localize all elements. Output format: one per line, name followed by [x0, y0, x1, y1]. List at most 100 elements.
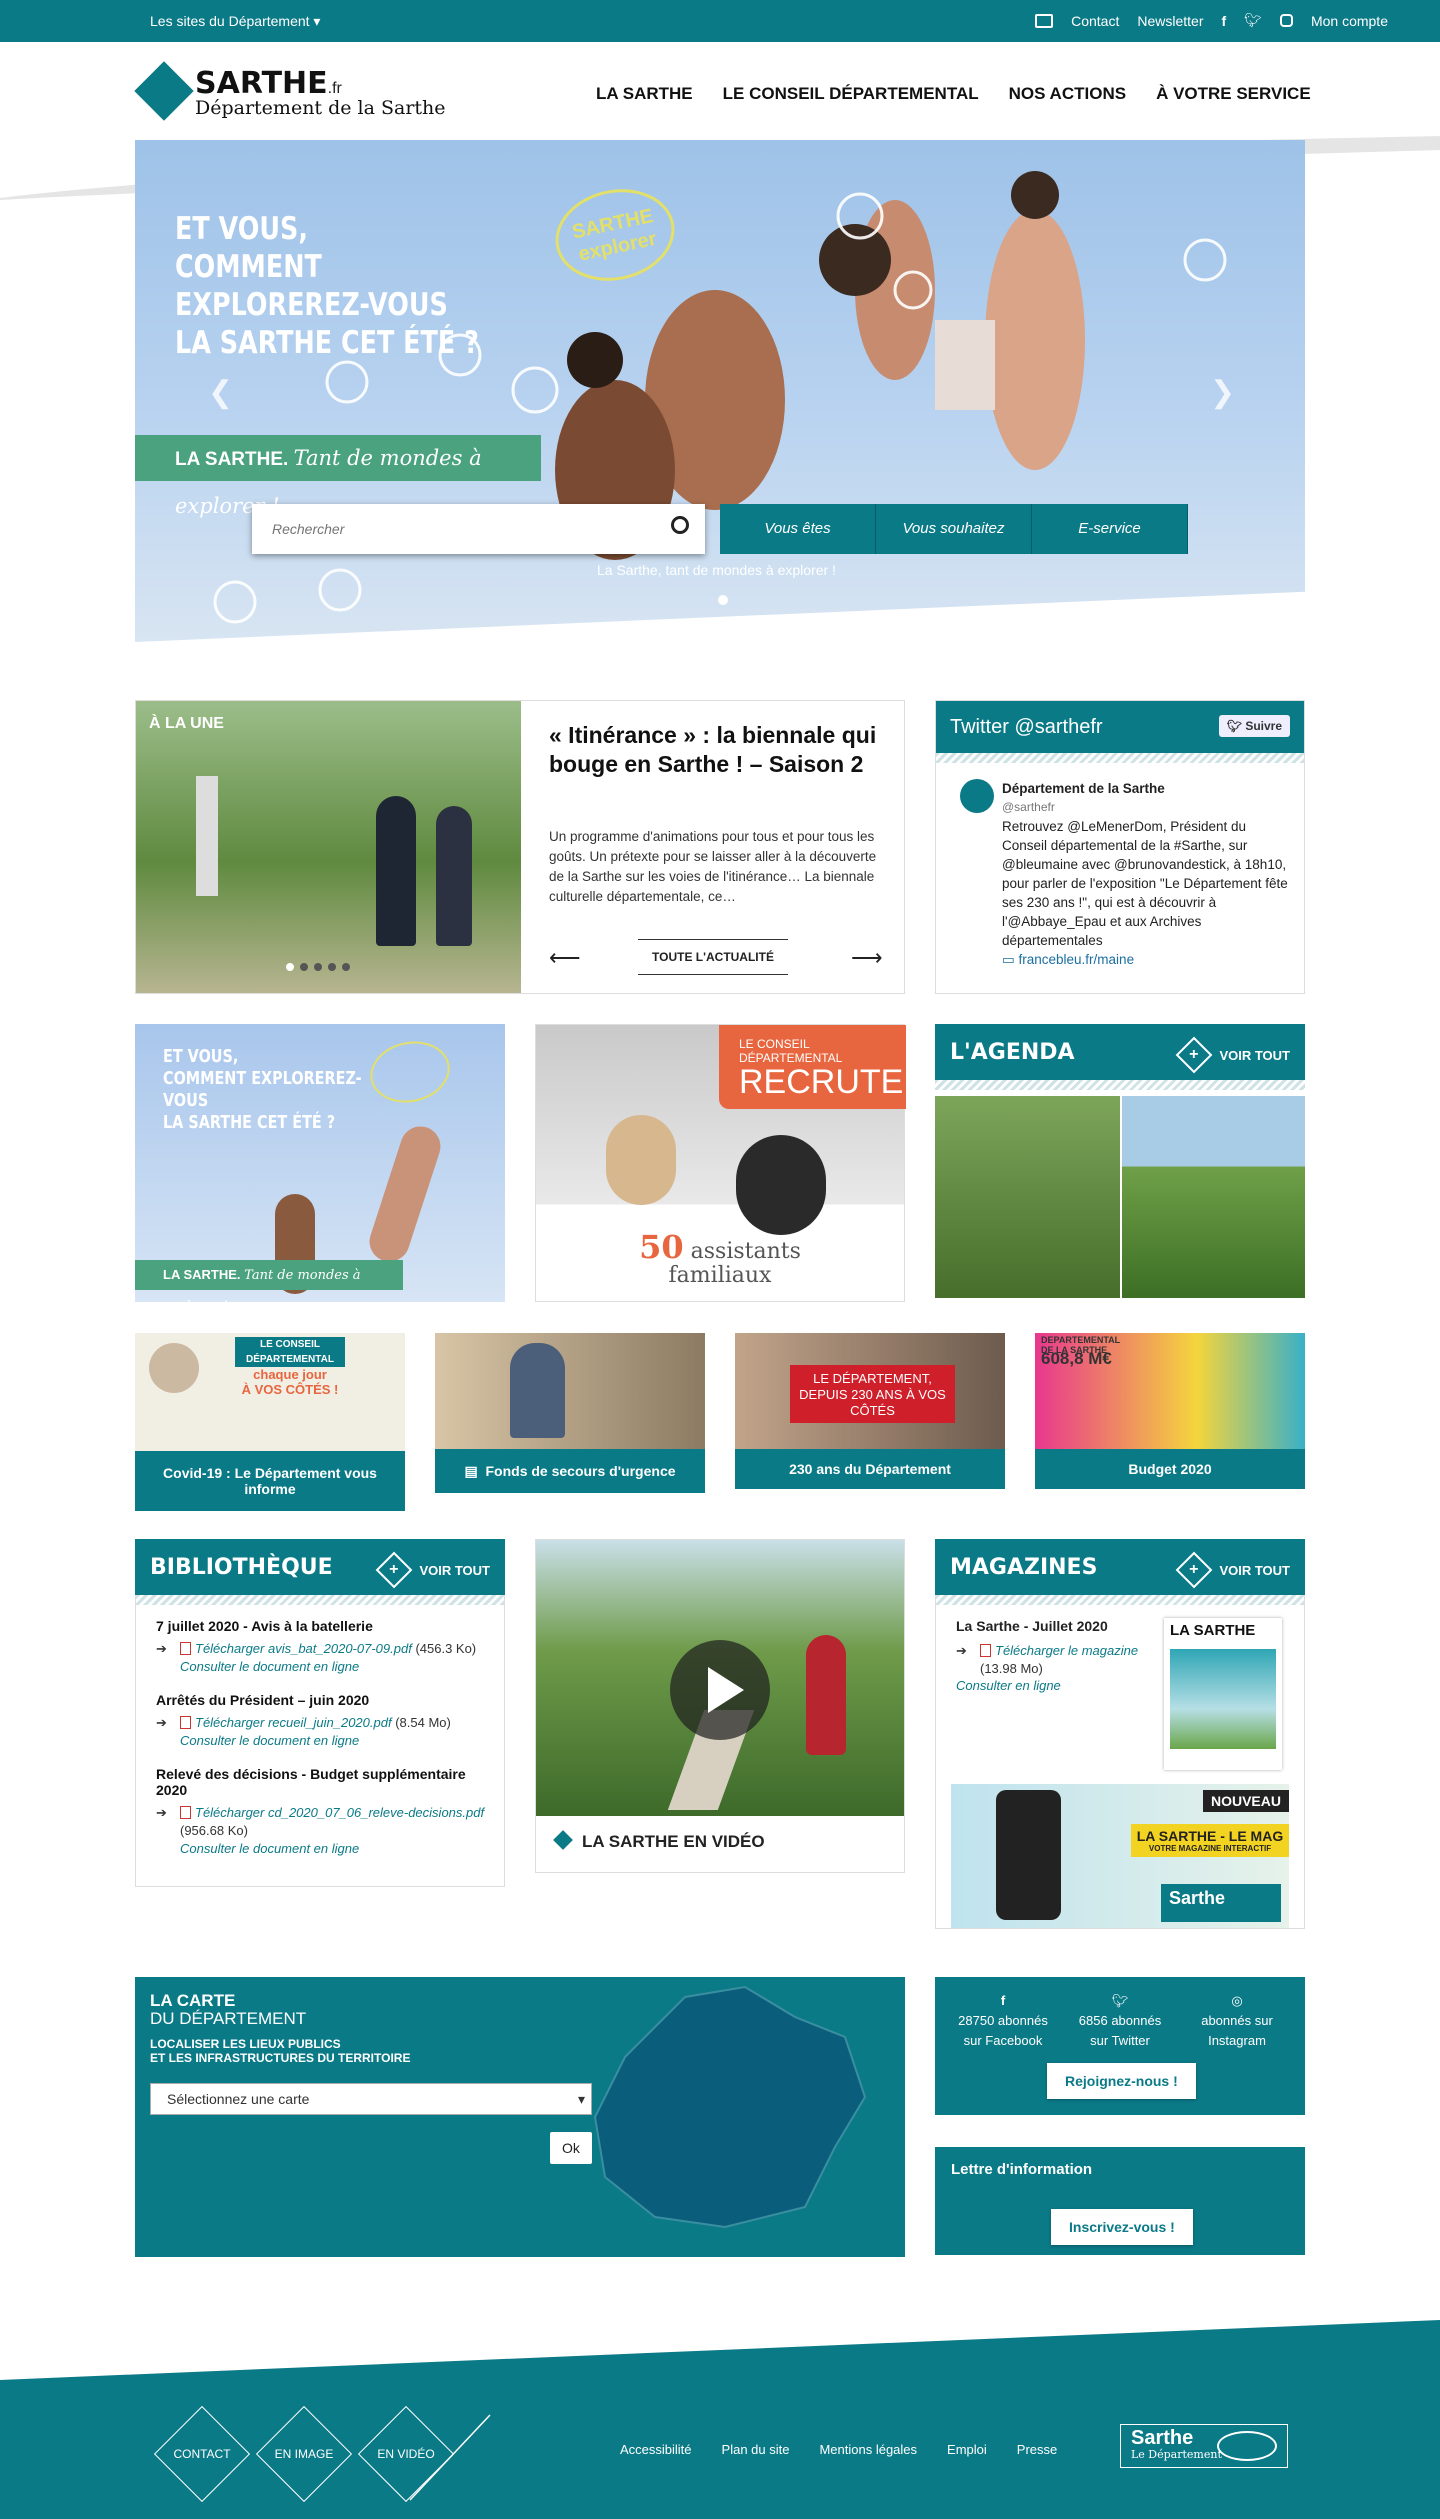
- twitter-stat[interactable]: 🐦︎ 6856 abonnés sur Twitter: [1070, 1991, 1170, 2051]
- pdf-icon: [180, 1806, 191, 1819]
- twitter-follow-button[interactable]: 🐦︎ Suivre: [1218, 715, 1290, 737]
- twitter-widget: Twitter @sarthefr 🐦︎ Suivre Département …: [935, 700, 1305, 994]
- join-button[interactable]: Rejoignez-nous !: [1047, 2063, 1196, 2099]
- account-link[interactable]: Mon compte: [1311, 13, 1388, 29]
- newsletter-block: Lettre d'information Inscrivez-vous !: [935, 2147, 1305, 2255]
- explorer-promo[interactable]: ET VOUS, COMMENT EXPLOREREZ-VOUS LA SARTHE…: [135, 1024, 505, 1302]
- nav-service[interactable]: À VOTRE SERVICE: [1156, 84, 1311, 104]
- play-icon[interactable]: [670, 1640, 770, 1740]
- agenda-block: L'AGENDA + VOIR TOUT: [935, 1024, 1305, 1298]
- hero-title: ET VOUS, COMMENT EXPLOREREZ-VOUS LA SARTHE…: [175, 211, 479, 361]
- une-title[interactable]: « Itinérance » : la biennale qui bouge e…: [549, 721, 879, 779]
- footer-emploi[interactable]: Emploi: [947, 2442, 987, 2457]
- mag-online-link[interactable]: Consulter en ligne: [956, 1678, 1061, 1693]
- tile-230ans[interactable]: LE DÉPARTEMENT, DEPUIS 230 ANS À VOS CÔT…: [735, 1333, 1005, 1489]
- top-bar: Les sites du Département ▾ Contact Newsl…: [0, 0, 1440, 42]
- instagram-icon[interactable]: [1279, 14, 1293, 27]
- all-news-button[interactable]: TOUTE L'ACTUALITÉ: [638, 939, 788, 975]
- doc-download-link[interactable]: Télécharger avis_bat_2020-07-09.pdf: [195, 1641, 412, 1656]
- agenda-header: L'AGENDA + VOIR TOUT: [935, 1024, 1305, 1080]
- hero-next-arrow[interactable]: ❯: [1210, 375, 1235, 410]
- facebook-stat[interactable]: f 28750 abonnés sur Facebook: [953, 1991, 1053, 2051]
- une-card: À LA UNE « Itinérance » : la biennale qu…: [135, 700, 905, 994]
- search-input[interactable]: [252, 504, 632, 554]
- sites-dropdown[interactable]: Les sites du Département ▾: [150, 13, 320, 30]
- subscribe-button[interactable]: Inscrivez-vous !: [1051, 2209, 1193, 2245]
- footer-contact[interactable]: CONTACT: [152, 2404, 252, 2504]
- magazines-header: MAGAZINES + VOIR TOUT: [935, 1539, 1305, 1595]
- une-photo: [136, 701, 521, 993]
- magazine-cover[interactable]: LA SARTHE: [1164, 1618, 1282, 1770]
- video-thumbnail[interactable]: [536, 1540, 904, 1816]
- pdf-icon: [180, 1642, 191, 1655]
- carte-ok-button[interactable]: Ok: [550, 2132, 592, 2164]
- une-tag: À LA UNE: [149, 715, 224, 732]
- footer-video[interactable]: EN VIDÉO: [356, 2404, 456, 2504]
- tile-covid[interactable]: LE CONSEIL DÉPARTEMENTAL chaque jour À VO…: [135, 1333, 405, 1511]
- carte-select[interactable]: Sélectionnez une carte ▾: [150, 2083, 592, 2115]
- contact-icon[interactable]: [1035, 13, 1054, 28]
- hero-prev-arrow[interactable]: ❮: [208, 375, 233, 410]
- quick-access: Vous êtes Vous souhaitez E-service: [720, 504, 1188, 554]
- bibliotheque-voir-tout[interactable]: + VOIR TOUT: [376, 1551, 490, 1589]
- vous-etes-button[interactable]: Vous êtes: [720, 504, 876, 554]
- footer-links: Accessibilité Plan du site Mentions léga…: [620, 2442, 1057, 2457]
- agenda-photo-2[interactable]: [1122, 1096, 1305, 1298]
- une-next-arrow[interactable]: ⟶: [851, 945, 883, 971]
- mag-download-link[interactable]: Télécharger le magazine: [995, 1643, 1138, 1658]
- carte-map[interactable]: [565, 1977, 905, 2257]
- une-prev-arrow[interactable]: ⟵: [549, 945, 581, 971]
- footer-logo[interactable]: Sarthe Le Département: [1120, 2424, 1288, 2468]
- twitter-avatar: [960, 779, 994, 813]
- doc-online-link[interactable]: Consulter le document en ligne: [180, 1733, 359, 1748]
- bibliotheque-block: BIBLIOTHÈQUE + VOIR TOUT 7 juillet 2020 -…: [135, 1539, 505, 1887]
- pdf-icon: [180, 1716, 191, 1729]
- instagram-stat[interactable]: ◎ abonnés sur Instagram: [1187, 1991, 1287, 2051]
- pdf-icon: [980, 1644, 991, 1657]
- nav-actions[interactable]: NOS ACTIONS: [1009, 84, 1126, 104]
- footer-plan[interactable]: Plan du site: [722, 2442, 790, 2457]
- video-block: LA SARTHE EN VIDÉO: [535, 1539, 905, 1873]
- explorer-promo-banner: LA SARTHE. Tant de mondes à explorer !: [135, 1260, 403, 1302]
- twitter-header: Twitter @sarthefr 🐦︎ Suivre: [936, 701, 1304, 753]
- hero-carousel: SARTHE explorer ET VOUS, COMMENT EXPLORER…: [135, 140, 1305, 642]
- main-nav: LA SARTHE LE CONSEIL DÉPARTEMENTAL NOS A…: [596, 84, 1311, 104]
- doc-online-link[interactable]: Consulter le document en ligne: [180, 1659, 359, 1674]
- tile-budget[interactable]: DEPARTEMENTAL DE LA SARTHE 608,8 M€ Budg…: [1035, 1333, 1305, 1489]
- nav-la-sarthe[interactable]: LA SARTHE: [596, 84, 693, 104]
- doc-download-link[interactable]: Télécharger recueil_juin_2020.pdf: [195, 1715, 392, 1730]
- footer-diamonds: CONTACT EN IMAGE EN VIDÉO: [152, 2404, 456, 2504]
- hero-dot[interactable]: [718, 595, 728, 605]
- facebook-icon[interactable]: f: [1222, 13, 1227, 29]
- agenda-voir-tout[interactable]: + VOIR TOUT: [1176, 1036, 1290, 1074]
- tweet-link[interactable]: ▭ francebleu.fr/maine: [1002, 950, 1292, 969]
- tweet-text: Retrouvez @LeMenerDom, Président du Cons…: [1002, 819, 1288, 948]
- footer-logo-emblem: [1217, 2431, 1277, 2461]
- video-label[interactable]: LA SARTHE EN VIDÉO: [553, 1830, 765, 1852]
- twitter-icon[interactable]: 🐦︎: [1244, 12, 1262, 29]
- diamond-icon: [553, 1830, 573, 1850]
- recrute-promo[interactable]: LE CONSEIL DÉPARTEMENTAL RECRUTE 50 assi…: [535, 1024, 906, 1302]
- une-text: Un programme d'animations pour tous et p…: [549, 829, 877, 904]
- footer-accessibilite[interactable]: Accessibilité: [620, 2442, 692, 2457]
- doc-download-link[interactable]: Télécharger cd_2020_07_06_releve-decisio…: [195, 1805, 484, 1820]
- magazines-block: MAGAZINES + VOIR TOUT La Sarthe - Juillet…: [935, 1539, 1305, 1929]
- tile-fonds[interactable]: ▤ Fonds de secours d'urgence: [435, 1333, 705, 1493]
- eservice-button[interactable]: E-service: [1032, 504, 1188, 554]
- footer-presse[interactable]: Presse: [1017, 2442, 1057, 2457]
- search-box: [252, 504, 705, 554]
- footer-mentions[interactable]: Mentions légales: [819, 2442, 917, 2457]
- search-icon[interactable]: [671, 516, 689, 534]
- hero-caption: La Sarthe, tant de mondes à explorer !: [597, 562, 836, 578]
- agenda-photo-1[interactable]: [935, 1096, 1120, 1298]
- footer-image[interactable]: EN IMAGE: [254, 2404, 354, 2504]
- magazines-voir-tout[interactable]: + VOIR TOUT: [1176, 1551, 1290, 1589]
- carte-block: LA CARTE DU DÉPARTEMENT LOCALISER LES LI…: [135, 1977, 905, 2257]
- contact-link[interactable]: Contact: [1071, 13, 1119, 29]
- newsletter-link[interactable]: Newsletter: [1137, 13, 1203, 29]
- mag-promo[interactable]: NOUVEAU LA SARTHE - LE MAG VOTRE MAGAZIN…: [951, 1784, 1289, 1928]
- doc-online-link[interactable]: Consulter le document en ligne: [180, 1841, 359, 1856]
- doc-item: Arrêtés du Président – juin 2020 Télécha…: [156, 1692, 491, 1750]
- vous-souhaitez-button[interactable]: Vous souhaitez: [876, 504, 1032, 554]
- nav-conseil[interactable]: LE CONSEIL DÉPARTEMENTAL: [723, 84, 979, 104]
